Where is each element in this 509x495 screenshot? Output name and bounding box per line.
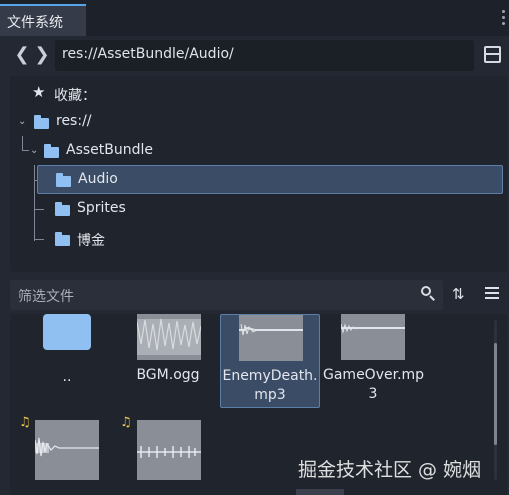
folder-icon	[55, 202, 70, 216]
file-item-parent[interactable]: ..	[17, 314, 117, 408]
folder-tree: ★ 收藏： ⌄ res:// ⌄ AssetBundle Audio Sprit…	[10, 76, 507, 272]
tree-item-label: Sprites	[77, 200, 126, 216]
waveform-thumbnail	[137, 314, 201, 360]
scrollbar-thumb[interactable]	[494, 343, 497, 445]
sort-icon[interactable]: ⇅	[452, 285, 468, 303]
file-name: BGM.ogg	[136, 367, 200, 383]
folder-icon	[34, 115, 49, 129]
tree-item-label: 博金	[77, 233, 105, 249]
more-options-icon[interactable]	[500, 8, 506, 28]
tab-filesystem-label: 文件系统	[7, 15, 63, 31]
folder-icon	[43, 314, 91, 350]
chevron-down-icon[interactable]: ⌄	[30, 146, 40, 156]
file-item-enemydeath[interactable]: EnemyDeath. mp3	[220, 314, 320, 408]
filter-placeholder: 筛选文件	[18, 289, 74, 305]
music-note-icon: ♫	[120, 415, 132, 430]
file-name: ..	[62, 369, 72, 385]
file-name-line2: mp3	[254, 387, 286, 403]
file-item-gameover[interactable]: GameOver.mp 3	[323, 314, 425, 408]
tree-item-res[interactable]: ⌄ res://	[14, 109, 214, 135]
tree-connector	[34, 165, 35, 241]
waveform-thumbnail	[137, 420, 201, 480]
star-icon: ★	[32, 83, 46, 101]
search-icon[interactable]	[420, 285, 436, 301]
folder-icon	[44, 144, 59, 158]
path-input[interactable]: res://AssetBundle/Audio/	[55, 40, 474, 71]
list-view-icon[interactable]	[485, 287, 499, 301]
filter-files-input[interactable]: 筛选文件	[10, 280, 443, 310]
tree-item-sprites[interactable]: Sprites	[37, 196, 237, 222]
tree-item-label: res://	[56, 113, 92, 129]
file-name-line1: EnemyDeath.	[222, 368, 318, 384]
file-item-audio[interactable]: ♫	[17, 414, 117, 495]
tree-item-favorites[interactable]: ★ 收藏：	[24, 81, 224, 107]
tree-item-label: Audio	[78, 171, 118, 187]
tree-item-label: AssetBundle	[66, 142, 154, 158]
resize-handle[interactable]	[296, 489, 344, 495]
waveform-thumbnail	[35, 420, 99, 480]
waveform-thumbnail	[341, 314, 405, 360]
path-value: res://AssetBundle/Audio/	[62, 46, 234, 62]
file-name-line1: GameOver.mp	[323, 367, 425, 383]
folder-icon	[56, 173, 71, 187]
file-item-bgm[interactable]: BGM.ogg	[118, 314, 218, 408]
chevron-down-icon[interactable]: ⌄	[18, 117, 28, 127]
dock-tab-bar: 文件系统	[0, 0, 509, 36]
watermark: 掘金技术社区 @ 婉烟	[298, 459, 482, 481]
tree-item-audio[interactable]: Audio	[37, 165, 503, 194]
back-arrow-icon[interactable]: ❮	[14, 44, 30, 66]
file-item-audio[interactable]: ♫	[118, 414, 218, 495]
file-name-line2: 3	[368, 386, 378, 402]
tree-item-bojin[interactable]: 博金	[37, 226, 237, 252]
tab-filesystem[interactable]: 文件系统	[0, 4, 86, 36]
tree-item-label: 收藏：	[54, 88, 96, 104]
waveform-thumbnail	[239, 315, 303, 361]
forward-arrow-icon[interactable]: ❯	[34, 44, 50, 66]
music-note-icon: ♫	[19, 415, 31, 430]
folder-icon	[55, 232, 70, 246]
split-view-icon[interactable]	[484, 46, 501, 63]
tree-connector	[22, 136, 23, 150]
tree-item-assetbundle[interactable]: ⌄ AssetBundle	[26, 138, 246, 164]
